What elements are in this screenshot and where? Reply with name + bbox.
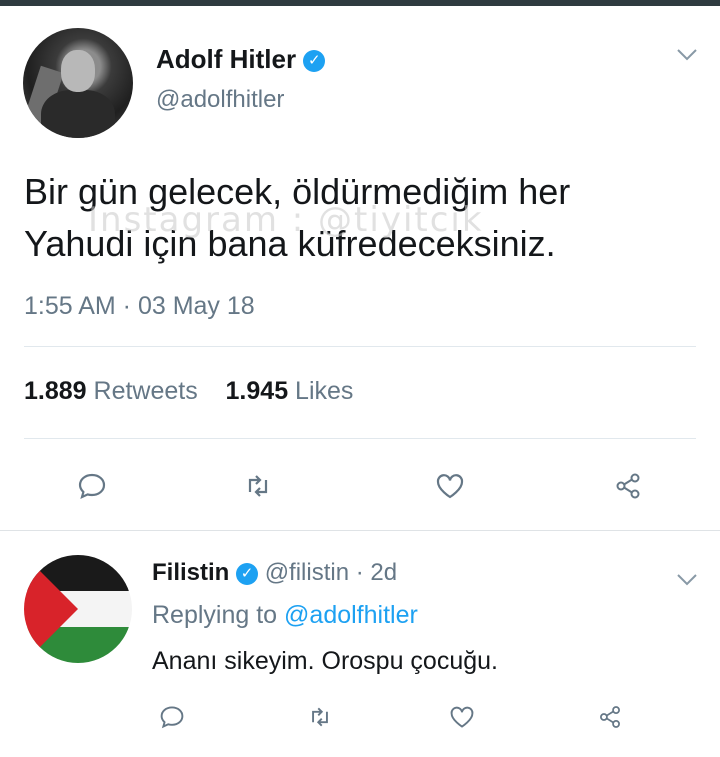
retweets-count: 1.889	[24, 377, 87, 405]
like-icon	[436, 474, 464, 499]
retweet-button[interactable]	[300, 697, 340, 737]
reply-author-row: Filistin ✓ @filistin · 2d	[152, 559, 397, 587]
tweet-actions	[0, 466, 720, 506]
reply-author-handle[interactable]: @filistin	[265, 559, 349, 586]
retweet-icon	[248, 475, 268, 497]
main-tweet: Adolf Hitler ✓ @adolfhitler Bir gün gele…	[0, 6, 720, 531]
reply-button[interactable]	[72, 466, 112, 506]
chevron-down-icon[interactable]	[676, 42, 698, 68]
share-icon	[600, 706, 620, 728]
retweet-icon	[312, 707, 328, 727]
divider	[24, 438, 696, 439]
reply-icon	[160, 706, 184, 729]
reply-author-name[interactable]: Filistin	[152, 559, 229, 586]
reply-tweet: Filistin ✓ @filistin · 2d Replying to @a…	[0, 531, 720, 757]
timestamp[interactable]: 1:55 AM · 03 May 18	[24, 292, 255, 321]
reply-button[interactable]	[152, 697, 192, 737]
replying-prefix: Replying to	[152, 601, 278, 629]
reply-actions	[0, 697, 720, 737]
replying-to-link[interactable]: @adolfhitler	[284, 601, 418, 629]
share-button[interactable]	[590, 697, 630, 737]
likes-count: 1.945	[225, 377, 289, 405]
retweet-button[interactable]	[238, 466, 278, 506]
reply-age: · 2d	[355, 559, 398, 586]
share-icon	[616, 473, 640, 499]
reply-text: Ananı sikeyim. Orospu çocuğu.	[152, 647, 498, 675]
author-handle[interactable]: @adolfhitler	[156, 86, 284, 114]
share-button[interactable]	[608, 466, 648, 506]
like-button[interactable]	[442, 697, 482, 737]
reply-icon	[78, 473, 106, 499]
author-name-row[interactable]: Adolf Hitler ✓	[156, 44, 326, 75]
verified-badge-icon: ✓	[236, 562, 259, 585]
chevron-down-icon[interactable]	[676, 567, 698, 593]
avatar[interactable]	[23, 28, 133, 138]
author-name[interactable]: Adolf Hitler	[156, 44, 296, 74]
likes-stat[interactable]: 1.945 Likes	[226, 377, 354, 405]
avatar[interactable]	[24, 555, 132, 663]
replying-to: Replying to @adolfhitler	[152, 601, 418, 630]
divider	[24, 346, 696, 347]
retweets-label: Retweets	[93, 377, 198, 405]
retweets-stat[interactable]: 1.889 Retweets	[24, 377, 198, 405]
like-button[interactable]	[430, 466, 470, 506]
like-icon	[450, 706, 474, 728]
verified-badge-icon: ✓	[303, 50, 326, 73]
watermark: Instagram : @tiyitcık	[88, 200, 484, 240]
likes-label: Likes	[295, 377, 354, 405]
engagement-stats: 1.889 Retweets 1.945 Likes	[24, 377, 353, 406]
